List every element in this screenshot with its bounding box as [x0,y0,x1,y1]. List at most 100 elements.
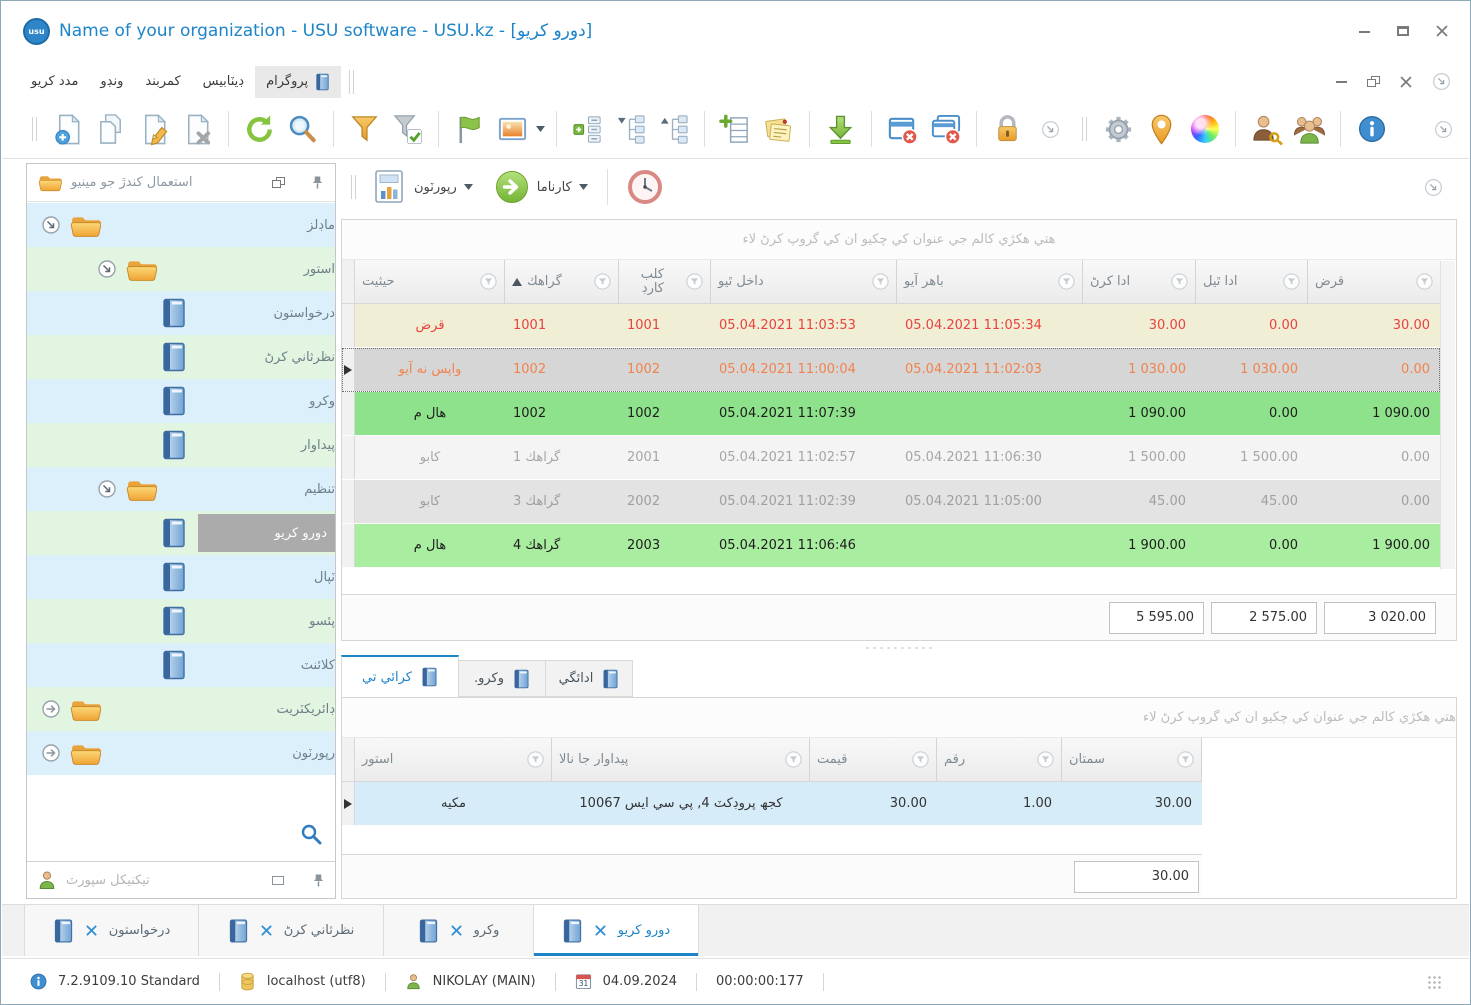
sidebar-item-store[interactable]: استور [27,247,335,291]
column-header-club-card[interactable]: كلب كارڊ [619,260,711,303]
column-header-paid[interactable]: ادا ٿيل [1196,260,1308,303]
table-row-selected[interactable]: واپس نه آيو 1002 1002 05.04.2021 11:00:0… [342,348,1440,392]
info-button[interactable] [1352,109,1391,149]
column-filter-icon[interactable] [1058,273,1075,290]
actions-button[interactable]: كارناما [537,180,572,195]
toolbar-grip[interactable] [32,117,37,141]
search-button[interactable] [283,109,322,149]
column-filter-icon[interactable] [1171,273,1188,290]
column-header-entered[interactable]: داخل ٿيو [711,260,897,303]
close-icon[interactable] [1436,25,1448,37]
sidebar-item-visits[interactable]: دورو كريو [27,511,335,555]
add-row-button[interactable] [716,109,755,149]
sidebar-item-reports[interactable]: رپورٽون [27,731,335,775]
location-button[interactable] [1142,109,1181,149]
column-filter-icon[interactable] [480,273,497,290]
column-header-customer[interactable]: گراهك [505,260,619,303]
column-filter-icon[interactable] [527,751,544,768]
close-tab-icon[interactable] [451,925,462,936]
column-filter-icon[interactable] [912,751,929,768]
tab-payments[interactable]: ادائگي [546,660,633,697]
reports-dropdown-icon[interactable] [464,184,473,190]
horizontal-splitter[interactable] [341,641,1457,655]
collapse-tree-button[interactable] [611,109,650,149]
add-document-button[interactable] [49,109,88,149]
report-toolbar-overflow-icon[interactable] [1424,178,1443,197]
image-button[interactable] [493,109,532,149]
column-filter-icon[interactable] [785,751,802,768]
vertical-scrollbar[interactable] [1440,261,1455,569]
column-header-debt[interactable]: قرض [1308,260,1440,303]
collapse-node-icon[interactable] [97,259,117,279]
column-header-status[interactable]: حيثيت [355,260,505,303]
panel-float-icon[interactable] [272,177,285,188]
refresh-button[interactable] [240,109,279,149]
column-filter-icon[interactable] [594,273,611,290]
window-tab-sales[interactable]: وكرو [384,905,534,956]
sidebar-item-products[interactable]: پيداوار [27,423,335,467]
expand-rows-button[interactable] [568,109,607,149]
column-filter-icon[interactable] [1283,273,1300,290]
report-icon[interactable] [371,169,407,205]
table-row-selected[interactable]: مكيه كجھ پروڊكٽ 4, پي سي ايس 10067 30.00… [342,782,1202,826]
sidebar-item-requests[interactable]: درخواستون [27,291,335,335]
collapse-node-icon[interactable] [41,215,61,235]
close-tab-icon[interactable] [595,925,606,936]
window-tab-review[interactable]: نظرثاني كرڻ [199,905,384,956]
user-rights-button[interactable] [1247,109,1286,149]
delete-document-button[interactable] [178,109,217,149]
column-header-quantity[interactable]: رقم [937,738,1062,781]
menu-item-program[interactable]: پروگرام [255,65,342,98]
menu-item-toolbar[interactable]: كمربند [134,67,191,96]
reports-button[interactable]: رپورٽون [414,180,457,195]
menu-item-window[interactable]: ونڊو [89,67,134,96]
collapse-node-icon[interactable] [97,479,117,499]
column-filter-icon[interactable] [872,273,889,290]
expand-node-icon[interactable] [41,699,61,719]
settings-button[interactable] [1099,109,1138,149]
minimize-icon[interactable] [1359,30,1370,33]
sidebar-item-organization[interactable]: تنظيم [27,467,335,511]
column-header-product[interactable]: پيداوار جا نالا [552,738,810,781]
toolbar-overflow-icon[interactable] [1041,120,1060,139]
column-filter-icon[interactable] [1177,751,1194,768]
column-header-store[interactable]: استور [355,738,552,781]
filter-button[interactable] [345,109,384,149]
support-window-icon[interactable] [272,875,284,885]
table-row[interactable]: كابو گراهك 1 2001 05.04.2021 11:02:57 05… [342,436,1440,480]
menu-overflow-icon[interactable] [1432,72,1451,91]
toolbar-overflow-end-icon[interactable] [1434,120,1453,139]
table-row[interactable]: كابو گراهك 3 2002 05.04.2021 11:02:39 05… [342,480,1440,524]
resize-grip-icon[interactable] [1427,974,1441,989]
menu-item-database[interactable]: ڊيٽابيس [192,67,255,96]
apply-filter-button[interactable] [388,109,427,149]
mdi-minimize-icon[interactable] [1336,80,1347,83]
export-button[interactable] [821,109,860,149]
sidebar-item-money[interactable]: پئسو [27,599,335,643]
copy-document-button[interactable] [92,109,131,149]
close-window-button[interactable] [883,109,922,149]
panel-pin-icon[interactable] [311,175,324,190]
expand-node-icon[interactable] [41,743,61,763]
colors-button[interactable] [1185,109,1224,149]
toolbar-grip[interactable] [1082,117,1087,141]
report-toolbar-grip[interactable] [351,175,356,199]
sidebar-item-sales[interactable]: وكرو [27,379,335,423]
flag-button[interactable] [450,109,489,149]
menu-grip[interactable] [349,69,355,94]
clock-icon[interactable] [627,169,663,205]
menu-item-help[interactable]: مدد كريو [20,67,89,96]
column-header-exited[interactable]: باهر آيو [897,260,1083,303]
column-header-price[interactable]: قيمت [810,738,937,781]
close-tab-icon[interactable] [86,925,97,936]
lock-button[interactable] [988,109,1027,149]
mdi-restore-icon[interactable] [1367,76,1380,87]
sidebar-item-directory[interactable]: ڊائريكٽريت [27,687,335,731]
sidebar-item-review[interactable]: نظرثاني كرڻ [27,335,335,379]
support-bar[interactable]: تيكنيكل سپورٽ [27,861,335,898]
tree-search-icon[interactable] [300,823,322,845]
sidebar-item-modules[interactable]: ماڊلز [27,203,335,247]
image-dropdown-icon[interactable] [536,126,545,132]
edit-document-button[interactable] [135,109,174,149]
table-row[interactable]: هال م 1002 1002 05.04.2021 11:07:39 1 09… [342,392,1440,436]
